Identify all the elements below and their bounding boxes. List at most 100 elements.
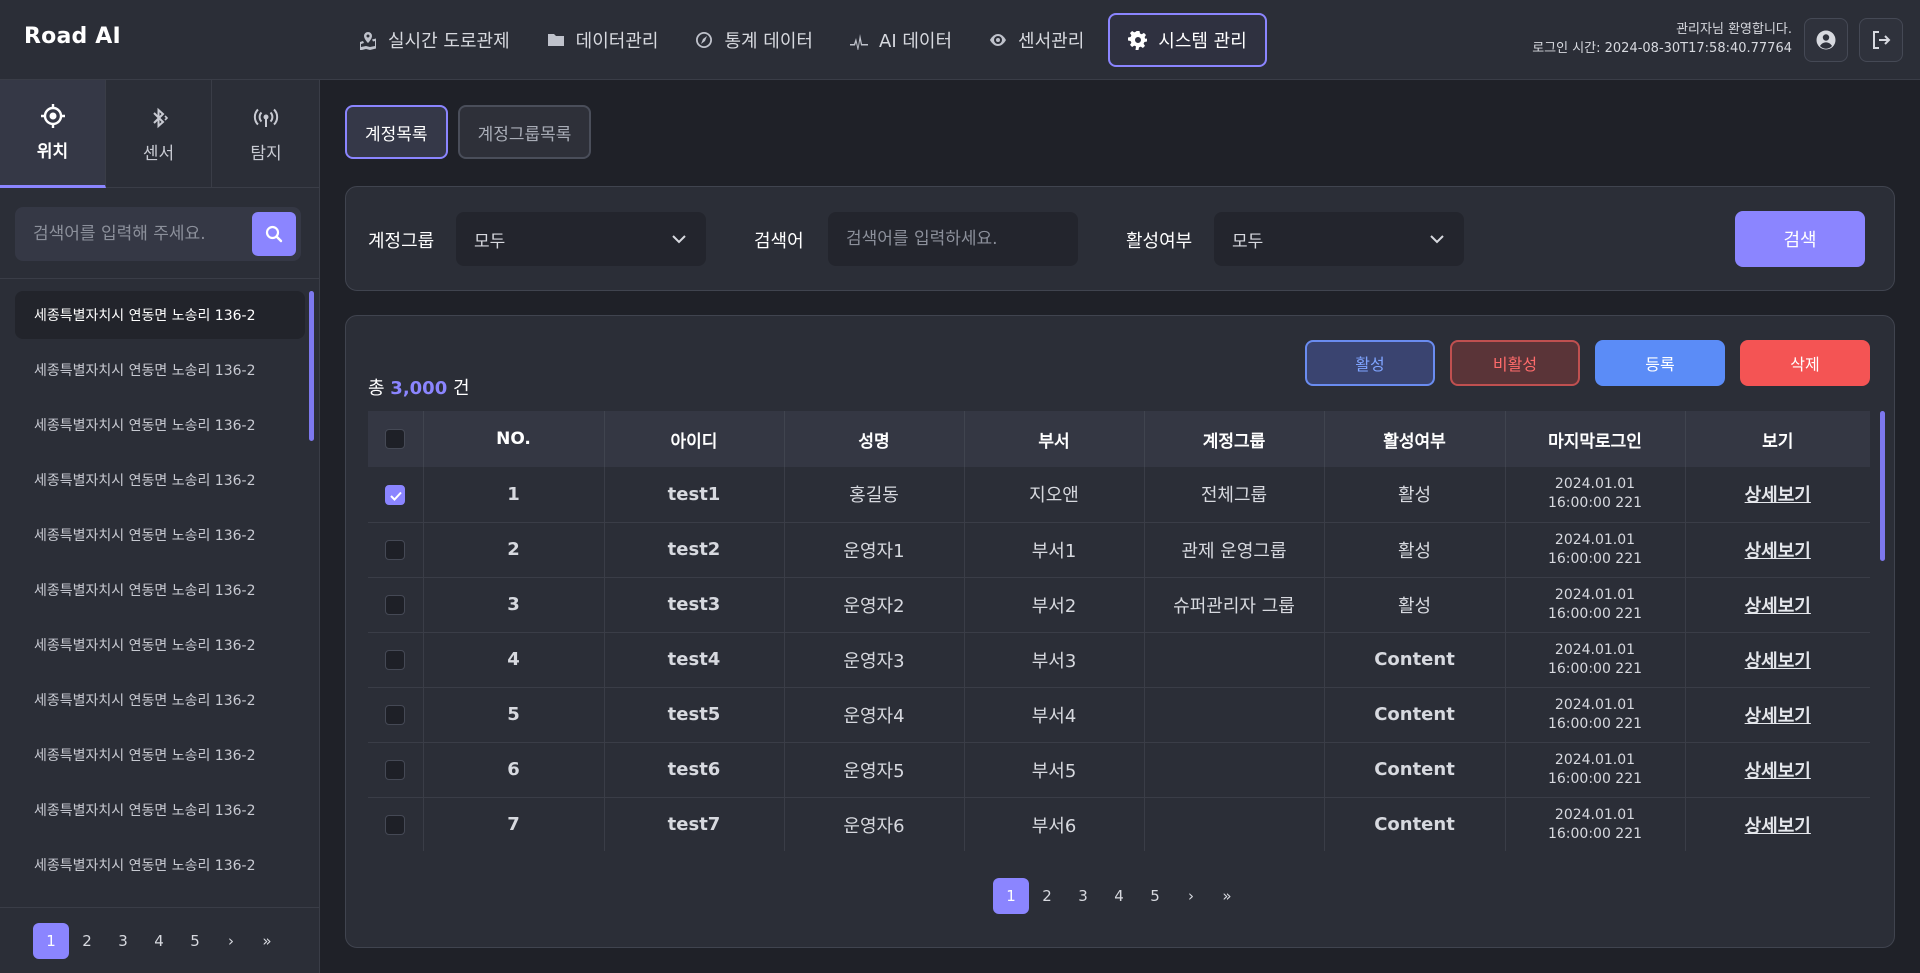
page-button-2[interactable]: 2 — [69, 923, 105, 959]
sidebar-scrollbar[interactable] — [309, 291, 314, 441]
nav-realtime-control[interactable]: 실시간 도로관제 — [340, 13, 528, 67]
row-checkbox[interactable] — [385, 815, 406, 835]
keyword-input[interactable] — [828, 212, 1078, 266]
deactivate-button[interactable]: 비활성 — [1450, 340, 1580, 386]
cell-group — [1144, 797, 1325, 851]
app-root: Road AI 실시간 도로관제 데이터관리 통계 데이터 AI 데이터 센서관… — [0, 0, 1920, 973]
list-item[interactable]: 세종특별자치시 연동면 노송리 136-2 — [15, 291, 305, 339]
table-row[interactable]: 3 test3 운영자2 부서2 슈퍼관리자 그룹 활성 2024.01.01 1… — [368, 577, 1870, 632]
page-button-4[interactable]: 4 — [141, 923, 177, 959]
nav-data-management[interactable]: 데이터관리 — [528, 13, 677, 67]
column-header: 계정그룹 — [1144, 411, 1325, 467]
table-row[interactable]: 4 test4 운영자3 부서3 Content 2024.01.01 16:00… — [368, 632, 1870, 687]
list-item[interactable]: 세종특별자치시 연동면 노송리 136-2 — [15, 566, 305, 614]
nav-sensor-management[interactable]: 센서관리 — [970, 13, 1102, 67]
delete-button[interactable]: 삭제 — [1740, 340, 1870, 386]
row-checkbox[interactable] — [385, 705, 406, 725]
cell-last-login: 2024.01.01 16:00:00 221 — [1505, 687, 1686, 742]
table-row[interactable]: 2 test2 운영자1 부서1 관제 운영그룹 활성 2024.01.01 16… — [368, 522, 1870, 577]
table-row[interactable]: 7 test7 운영자6 부서6 Content 2024.01.01 16:00… — [368, 797, 1870, 851]
sidebar-tab-location[interactable]: 위치 — [0, 80, 106, 188]
cell-dept: 부서5 — [964, 742, 1145, 797]
table-row[interactable]: 6 test6 운영자5 부서5 Content 2024.01.01 16:00… — [368, 742, 1870, 797]
detail-link[interactable]: 상세보기 — [1745, 596, 1811, 617]
last-login-time: 16:00:00 221 — [1547, 495, 1643, 512]
list-item[interactable]: 세종특별자치시 연동면 노송리 136-2 — [15, 786, 305, 834]
sidebar-tab-label: 센서 — [142, 143, 175, 164]
status-label: 활성여부 — [1126, 231, 1193, 252]
page-button-2[interactable]: 2 — [1029, 878, 1065, 914]
last-page-button[interactable]: » — [1209, 878, 1245, 914]
last-login-date: 2024.01.01 — [1554, 696, 1636, 713]
sidebar-divider — [0, 278, 320, 279]
sub-tabs: 계정목록 계정그룹목록 — [345, 105, 592, 159]
search-button[interactable]: 검색 — [1735, 211, 1865, 267]
profile-button[interactable] — [1804, 18, 1848, 62]
page-button-5[interactable]: 5 — [1137, 878, 1173, 914]
detail-link[interactable]: 상세보기 — [1745, 706, 1811, 727]
next-page-button[interactable]: › — [1173, 878, 1209, 914]
main-content: 계정목록 계정그룹목록 계정그룹 모두 검색어 활성여부 모두 검색 총 3,0… — [320, 80, 1920, 973]
cell-group — [1144, 742, 1325, 797]
activate-button[interactable]: 활성 — [1305, 340, 1435, 386]
tab-account-group-list[interactable]: 계정그룹목록 — [457, 105, 592, 159]
next-page-button[interactable]: › — [213, 923, 249, 959]
nav-system-management[interactable]: 시스템 관리 — [1108, 13, 1267, 67]
detail-link[interactable]: 상세보기 — [1745, 816, 1811, 837]
table-row[interactable]: 5 test5 운영자4 부서4 Content 2024.01.01 16:00… — [368, 687, 1870, 742]
account-group-select[interactable]: 모두 — [456, 212, 706, 266]
page-button-4[interactable]: 4 — [1101, 878, 1137, 914]
status-select[interactable]: 모두 — [1214, 212, 1464, 266]
total-prefix: 총 — [368, 378, 385, 399]
list-item[interactable]: 세종특별자치시 연동면 노송리 136-2 — [15, 456, 305, 504]
page-button-3[interactable]: 3 — [1065, 878, 1101, 914]
row-checkbox[interactable] — [385, 484, 406, 505]
sidebar-search-input[interactable] — [15, 207, 251, 261]
broadcast-icon — [253, 108, 279, 127]
list-item[interactable]: 세종특별자치시 연동면 노송리 136-2 — [15, 841, 305, 889]
detail-link[interactable]: 상세보기 — [1745, 651, 1811, 672]
cell-dept: 부서3 — [964, 632, 1145, 687]
column-header: 마지막로그인 — [1505, 411, 1686, 467]
list-item[interactable]: 세종특별자치시 연동면 노송리 136-2 — [15, 346, 305, 394]
row-checkbox[interactable] — [385, 650, 406, 670]
register-button[interactable]: 등록 — [1595, 340, 1725, 386]
table-scrollbar[interactable] — [1880, 411, 1885, 561]
row-checkbox[interactable] — [385, 595, 406, 615]
list-item[interactable]: 세종특별자치시 연동면 노송리 136-2 — [15, 731, 305, 779]
cell-last-login: 2024.01.01 16:00:00 221 — [1505, 577, 1686, 632]
page-button-5[interactable]: 5 — [177, 923, 213, 959]
detail-link[interactable]: 상세보기 — [1745, 761, 1811, 782]
last-login-time: 16:00:00 221 — [1547, 770, 1643, 787]
list-item[interactable]: 세종특별자치시 연동면 노송리 136-2 — [15, 676, 305, 724]
cell-view: 상세보기 — [1685, 522, 1870, 577]
sidebar-search-button[interactable] — [252, 212, 296, 256]
app-logo[interactable]: Road AI — [24, 24, 121, 49]
row-checkbox[interactable] — [385, 540, 406, 560]
nav-ai-data[interactable]: AI 데이터 — [831, 13, 970, 67]
page-button-1[interactable]: 1 — [993, 878, 1029, 914]
logout-button[interactable] — [1859, 18, 1903, 62]
list-item[interactable]: 세종특별자치시 연동면 노송리 136-2 — [15, 511, 305, 559]
page-button-1[interactable]: 1 — [33, 923, 69, 959]
list-item[interactable]: 세종특별자치시 연동면 노송리 136-2 — [15, 621, 305, 669]
sidebar-tab-detection[interactable]: 탐지 — [212, 80, 320, 188]
nav-statistics[interactable]: 통계 데이터 — [676, 13, 831, 67]
detail-link[interactable]: 상세보기 — [1745, 485, 1811, 506]
cell-group — [1144, 687, 1325, 742]
row-checkbox[interactable] — [385, 760, 406, 780]
last-page-button[interactable]: » — [249, 923, 285, 959]
tab-account-list[interactable]: 계정목록 — [345, 105, 448, 159]
folder-icon — [547, 34, 564, 46]
list-item[interactable]: 세종특별자치시 연동면 노송리 136-2 — [15, 401, 305, 449]
page-button-3[interactable]: 3 — [105, 923, 141, 959]
cell-id: test1 — [604, 467, 785, 522]
sidebar-tab-sensor[interactable]: 센서 — [106, 80, 212, 188]
select-all-checkbox[interactable] — [385, 429, 406, 449]
table-row[interactable]: 1 test1 홍길동 지오앤 전체그룹 활성 2024.01.01 16:00:… — [368, 467, 1870, 522]
ai-icon — [850, 34, 868, 50]
row-checkbox-cell — [368, 632, 424, 687]
cell-dept: 부서2 — [964, 577, 1145, 632]
detail-link[interactable]: 상세보기 — [1745, 541, 1811, 562]
cell-id: test2 — [604, 522, 785, 577]
